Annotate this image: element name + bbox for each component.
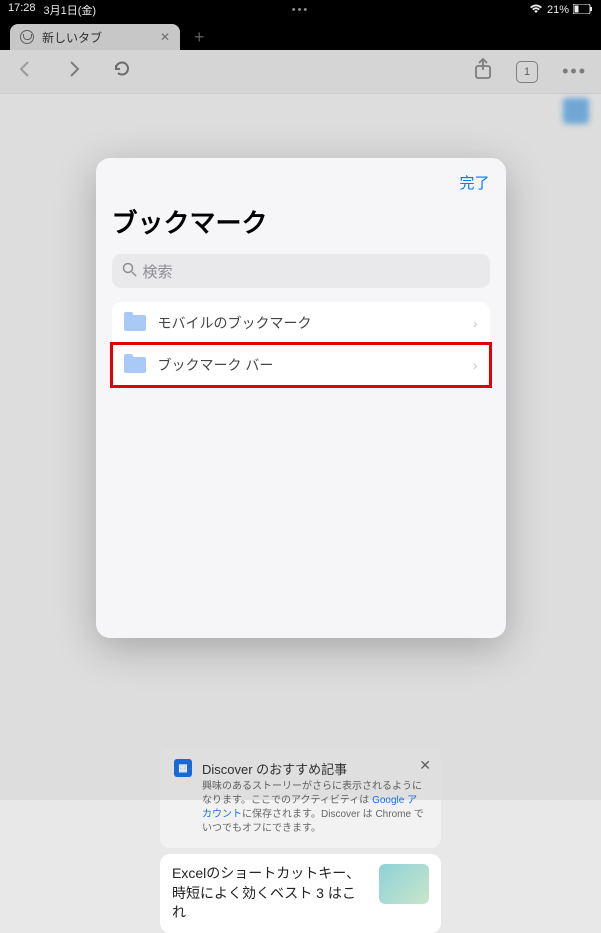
article-title: Excelのショートカットキー、時短によく効くベスト 3 はこれ (172, 864, 369, 923)
article-card[interactable]: Excelのショートカットキー、時短によく効くベスト 3 はこれ (160, 854, 441, 933)
search-placeholder: 検索 (143, 261, 173, 282)
bookmark-folder-list: モバイルのブックマーク › ブックマーク バー › (112, 302, 490, 386)
article-thumbnail (379, 864, 429, 904)
modal-overlay: 完了 ブックマーク 検索 モバイルのブックマーク › ブックマーク バー › (0, 0, 601, 800)
folder-icon (124, 357, 146, 373)
chevron-right-icon: › (473, 357, 478, 373)
folder-label: モバイルのブックマーク (158, 313, 461, 333)
search-input[interactable]: 検索 (112, 254, 490, 288)
folder-label: ブックマーク バー (158, 355, 461, 375)
done-button[interactable]: 完了 (459, 172, 489, 193)
modal-title: ブックマーク (112, 203, 490, 240)
chevron-right-icon: › (473, 315, 478, 331)
bookmarks-modal: 完了 ブックマーク 検索 モバイルのブックマーク › ブックマーク バー › (96, 158, 506, 638)
folder-row-bookmark-bar[interactable]: ブックマーク バー › (112, 344, 490, 386)
folder-icon (124, 315, 146, 331)
search-icon (122, 262, 137, 281)
folder-row-mobile-bookmarks[interactable]: モバイルのブックマーク › (112, 302, 490, 344)
